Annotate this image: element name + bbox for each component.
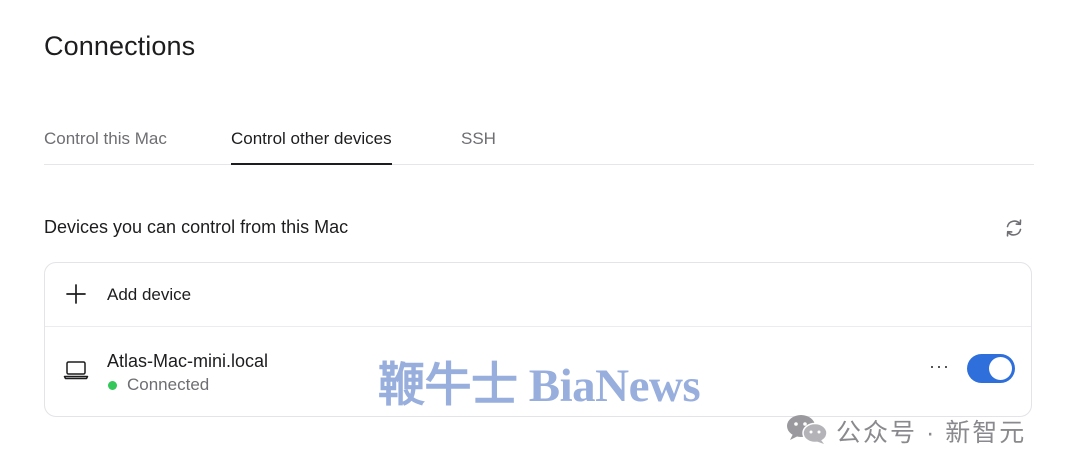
tab-control-other-devices[interactable]: Control other devices: [231, 129, 392, 165]
section-title: Devices you can control from this Mac: [44, 217, 349, 237]
page-title: Connections: [44, 31, 196, 61]
tab-control-this-mac[interactable]: Control this Mac: [44, 129, 167, 149]
plus-icon: [65, 283, 87, 305]
more-options-icon[interactable]: ···: [929, 357, 953, 375]
laptop-icon: [63, 359, 89, 381]
connections-page: Connections Control this Mac Control oth…: [0, 0, 1080, 470]
center-watermark: 鞭牛士 BiaNews: [378, 360, 701, 412]
add-device-row[interactable]: Add device: [45, 263, 1031, 327]
corner-watermark-text: 公众号 · 新智元: [836, 419, 1027, 447]
tab-bar: Control this Mac Control other devices S…: [44, 120, 1034, 165]
wechat-icon: [784, 413, 830, 445]
add-device-label: Add device: [107, 285, 192, 304]
tab-ssh[interactable]: SSH: [461, 129, 496, 149]
device-toggle[interactable]: [967, 354, 1015, 383]
status-dot-icon: [108, 381, 117, 390]
refresh-icon[interactable]: [1003, 217, 1025, 239]
device-status: Connected: [127, 375, 210, 394]
device-name: Atlas-Mac-mini.local: [107, 351, 269, 371]
toggle-knob: [989, 357, 1012, 380]
